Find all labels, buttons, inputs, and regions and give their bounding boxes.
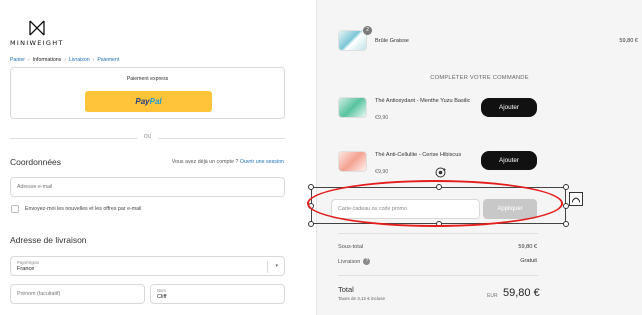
divider-line-right — [158, 138, 285, 139]
chevron-right-icon: › — [64, 57, 66, 63]
add-upsell-button[interactable]: Ajouter — [481, 98, 537, 117]
brand-name: MINIWEIGHT — [10, 39, 64, 47]
upsell-item-price: €9,90 — [375, 169, 389, 175]
chevron-right-icon: › — [28, 57, 30, 63]
country-select[interactable]: Pays/région France ▾ — [10, 256, 285, 276]
express-checkout-box: Paiement express PayPal — [10, 67, 285, 119]
cart-item: 2 Brûle Graisse 59,80 € — [338, 26, 638, 60]
or-divider: OU — [10, 134, 285, 142]
paypal-logo-part2: Pal — [149, 97, 162, 106]
summary-divider — [338, 233, 538, 234]
login-prompt: Vous avez déjà un compte ? Ouvrir une se… — [172, 159, 284, 165]
select-divider — [267, 261, 268, 273]
country-value: France — [17, 266, 35, 272]
upsell-item-price: €9,90 — [375, 115, 389, 121]
upsell-item-name: Thé Anti-Cellulite - Cerise Hibiscus — [375, 152, 462, 158]
or-text: OU — [143, 134, 152, 140]
quantity-badge: 2 — [363, 26, 372, 35]
chevron-down-icon: ▾ — [275, 263, 278, 269]
newsletter-checkbox[interactable] — [11, 205, 19, 213]
logo-mark-icon — [29, 20, 45, 36]
login-link[interactable]: Ouvrir une session — [240, 159, 284, 165]
currency-code: EUR — [487, 293, 498, 299]
newsletter-label: Envoyez-moi les nouvelles et les offres … — [25, 206, 142, 212]
upsell-thumbnail — [338, 97, 367, 118]
shape-tool-icon[interactable] — [569, 192, 583, 206]
rotate-handle-icon[interactable] — [434, 166, 447, 179]
product-thumbnail — [338, 30, 367, 51]
subtotal-text: Sous-total — [338, 244, 364, 250]
chevron-right-icon: › — [92, 57, 95, 63]
summary-divider — [338, 275, 538, 276]
breadcrumb-payment[interactable]: Paiement — [97, 57, 119, 63]
login-prompt-text: Vous avez déjà un compte ? — [171, 159, 239, 165]
country-label: Pays/région — [17, 260, 40, 265]
shipping-cost-label: Livraison ? — [338, 258, 371, 265]
email-field[interactable]: Adresse e-mail — [10, 177, 285, 197]
breadcrumb-information: Informations — [32, 57, 62, 63]
upsell-thumbnail — [338, 151, 367, 172]
shipping-section-title: Adresse de livraison — [10, 235, 87, 245]
add-upsell-button[interactable]: Ajouter — [481, 151, 537, 170]
subtotal-value: 59,80 € — [518, 244, 537, 250]
resize-handle[interactable] — [308, 184, 314, 190]
cart-item-name: Brûle Graisse — [375, 38, 409, 44]
firstname-field[interactable]: Prénom (facultatif) — [10, 284, 145, 304]
breadcrumb-shipping[interactable]: Livraison — [69, 57, 90, 63]
total-label: Total — [338, 285, 354, 294]
lastname-label: Nom — [157, 288, 166, 293]
upsell-title: COMPLÉTER VOTRE COMMANDE — [430, 75, 529, 81]
help-icon[interactable]: ? — [363, 258, 371, 265]
order-summary-panel: 2 Brûle Graisse 59,80 € COMPLÉTER VOTRE … — [307, 0, 642, 315]
contact-section-title: Coordonnées — [10, 157, 62, 167]
cart-item-price: 59,80 € — [619, 38, 638, 44]
resize-handle[interactable] — [308, 221, 314, 227]
lastname-field[interactable]: Nom Cliff — [150, 284, 285, 304]
shipping-cost-text: Livraison — [338, 258, 361, 265]
subtotal-label: Sous-total — [338, 244, 363, 250]
checkout-form-panel: MINIWEIGHT Panier › Informations › Livra… — [0, 0, 316, 315]
paypal-button[interactable]: PayPal — [85, 91, 212, 112]
email-placeholder: Adresse e-mail — [17, 184, 53, 190]
resize-handle[interactable] — [563, 221, 569, 227]
firstname-placeholder: Prénom (facultatif) — [17, 291, 61, 297]
upsell-item-name: Thé Antioxydant - Menthe Yuzu Basilic — [375, 98, 471, 104]
annotation-ellipse — [307, 180, 563, 227]
total-amount: 59,80 € — [503, 287, 540, 299]
breadcrumb: Panier › Informations › Livraison › Paie… — [10, 57, 119, 63]
lastname-value: Cliff — [157, 294, 167, 300]
express-checkout-title: Paiement express — [126, 76, 169, 82]
paypal-logo-part1: Pay — [135, 97, 150, 106]
resize-handle[interactable] — [563, 184, 569, 190]
newsletter-row: Envoyez-moi les nouvelles et les offres … — [11, 205, 142, 213]
tax-note: Taxes de 3,12 € incluse — [338, 296, 386, 301]
shipping-cost-value: Gratuit — [520, 258, 537, 264]
breadcrumb-cart[interactable]: Panier — [10, 57, 25, 63]
